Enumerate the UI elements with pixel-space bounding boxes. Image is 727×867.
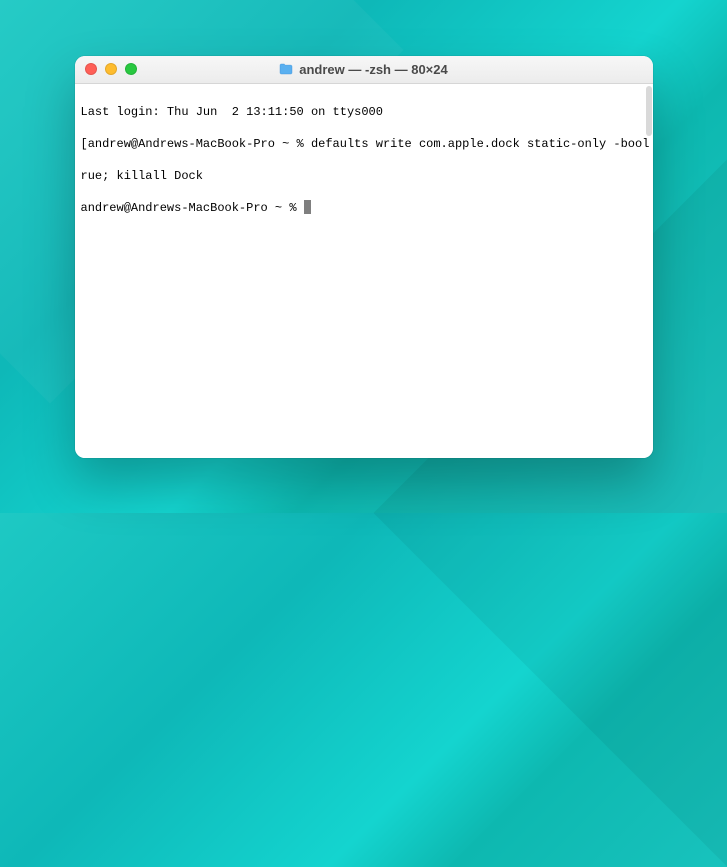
cursor bbox=[304, 200, 311, 214]
maximize-button[interactable] bbox=[125, 63, 137, 75]
terminal-body[interactable]: Last login: Thu Jun 2 13:11:50 on ttys00… bbox=[75, 84, 653, 458]
prompt-text: andrew@Andrews-MacBook-Pro ~ % bbox=[81, 201, 304, 215]
last-login-text: Last login: Thu Jun 2 13:11:50 on ttys00… bbox=[81, 105, 383, 119]
wrap-bracket-left: [ bbox=[81, 137, 88, 151]
window-title: andrew — -zsh — 80×24 bbox=[299, 62, 447, 77]
terminal-line: Last login: Thu Jun 2 13:11:50 on ttys00… bbox=[81, 104, 647, 120]
scrollbar[interactable] bbox=[646, 86, 652, 136]
terminal-window: andrew — -zsh — 80×24 Last login: Thu Ju… bbox=[75, 56, 653, 458]
terminal-line: andrew@Andrews-MacBook-Pro ~ % bbox=[81, 200, 647, 216]
terminal-line: [andrew@Andrews-MacBook-Pro ~ % defaults… bbox=[81, 136, 647, 152]
folder-icon bbox=[279, 63, 293, 75]
traffic-lights bbox=[75, 63, 137, 75]
window-title-area: andrew — -zsh — 80×24 bbox=[75, 62, 653, 77]
minimize-button[interactable] bbox=[105, 63, 117, 75]
command-text: andrew@Andrews-MacBook-Pro ~ % defaults … bbox=[88, 137, 653, 151]
close-button[interactable] bbox=[85, 63, 97, 75]
terminal-line: rue; killall Dock bbox=[81, 168, 647, 184]
titlebar[interactable]: andrew — -zsh — 80×24 bbox=[75, 56, 653, 84]
command-text-cont: rue; killall Dock bbox=[81, 169, 203, 183]
